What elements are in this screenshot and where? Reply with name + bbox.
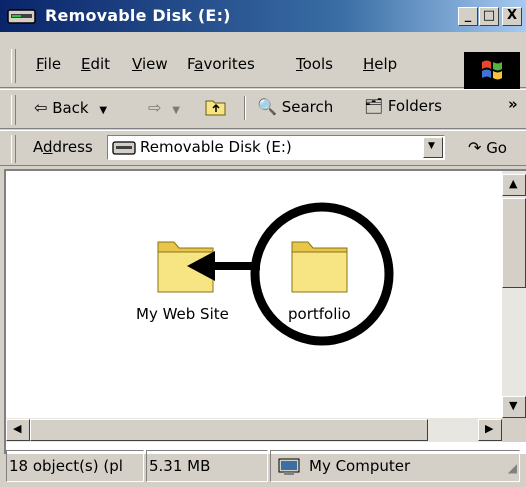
scroll-left-button[interactable]: ◀ — [6, 419, 30, 441]
arrow-left-icon: ◀ — [13, 422, 22, 435]
status-size: 5.31 MB — [146, 450, 268, 482]
scroll-down-button[interactable]: ▼ — [502, 396, 526, 418]
scroll-thumb[interactable] — [502, 198, 526, 288]
arrow-down-icon: ▼ — [509, 399, 518, 412]
scroll-up-button[interactable]: ▲ — [502, 174, 526, 196]
scroll-right-button[interactable]: ▶ — [478, 419, 502, 441]
status-zone: My Computer ◢ — [270, 450, 520, 482]
resize-grip-icon[interactable]: ◢ — [508, 453, 517, 481]
folder-label[interactable]: portfolio — [288, 305, 351, 323]
arrow-right-icon: ▶ — [485, 422, 494, 435]
folder-icon[interactable] — [291, 241, 348, 293]
my-computer-icon — [278, 458, 300, 475]
arrow-up-icon: ▲ — [509, 177, 518, 190]
horizontal-scrollbar[interactable]: ◀ ▶ — [6, 418, 502, 442]
vertical-scrollbar[interactable]: ▲ ▼ — [502, 171, 526, 418]
status-object-count: 18 object(s) (pl — [6, 450, 144, 482]
content-graphics — [157, 202, 394, 346]
folder-label[interactable]: My Web Site — [136, 305, 229, 323]
status-zone-label: My Computer — [309, 457, 411, 475]
scroll-thumb[interactable] — [30, 419, 428, 441]
scroll-corner — [502, 418, 526, 442]
explorer-window: Removable Disk (E:) _ □ X File Edit View… — [0, 0, 526, 487]
